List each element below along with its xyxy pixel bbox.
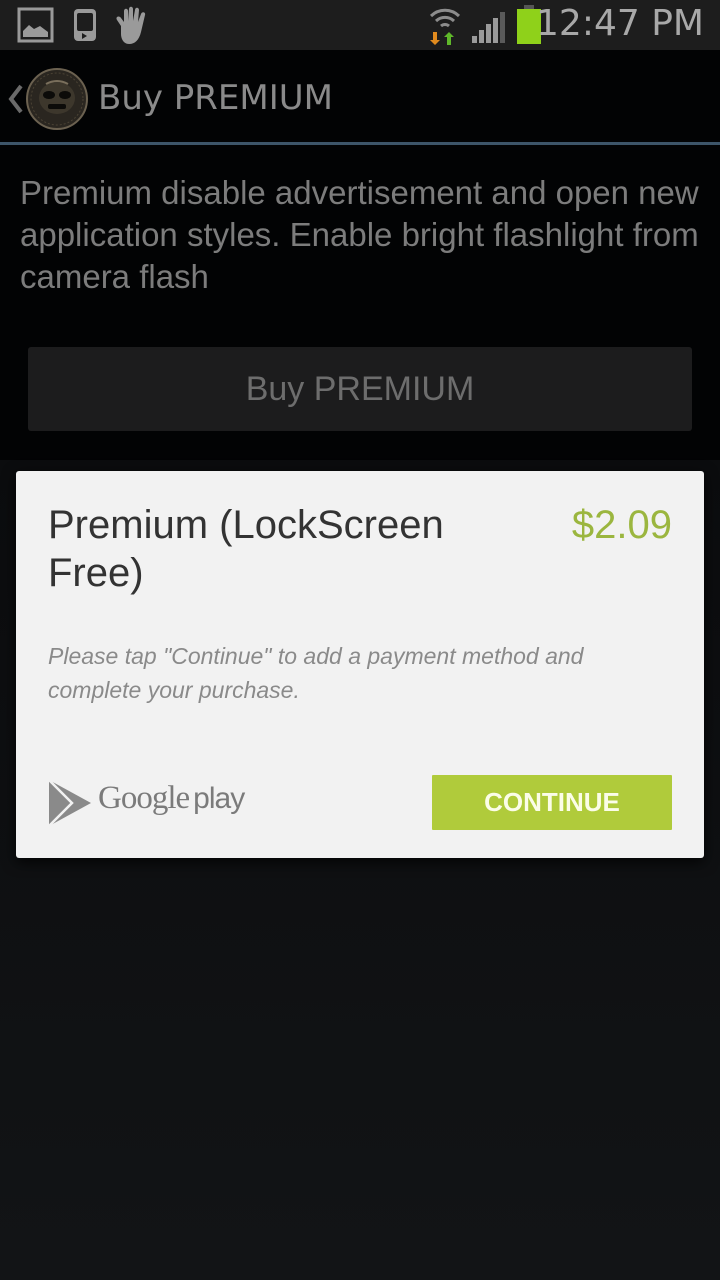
signal-strength-icon xyxy=(470,10,508,49)
status-bar: 12:47 PM xyxy=(0,0,720,50)
hand-gesture-icon xyxy=(113,6,151,51)
payment-note: Please tap "Continue" to add a payment m… xyxy=(48,643,584,703)
chevron-left-icon[interactable] xyxy=(8,84,24,119)
premium-description: Premium disable advertisement and open n… xyxy=(20,174,699,295)
google-play-wordmark: Google play xyxy=(98,780,245,817)
clock: 12:47 PM xyxy=(536,3,704,44)
buy-premium-button[interactable]: Buy PREMIUM xyxy=(28,347,692,431)
product-price: $2.09 xyxy=(571,503,672,547)
google-play-word-google: Google xyxy=(98,780,190,816)
google-play-triangle-icon xyxy=(48,779,92,832)
app-logo-icon[interactable] xyxy=(26,68,88,130)
wifi-data-activity-icon xyxy=(427,4,463,51)
page-title: Buy PREMIUM xyxy=(98,78,333,118)
gallery-icon xyxy=(17,6,55,49)
google-play-word-play: play xyxy=(193,782,245,815)
media-player-icon xyxy=(72,6,98,49)
continue-button[interactable]: CONTINUE xyxy=(432,775,672,830)
purchase-dialog: Premium (LockScreen Free) $2.09 Please t… xyxy=(16,471,704,858)
product-name: Premium (LockScreen Free) xyxy=(48,503,444,595)
